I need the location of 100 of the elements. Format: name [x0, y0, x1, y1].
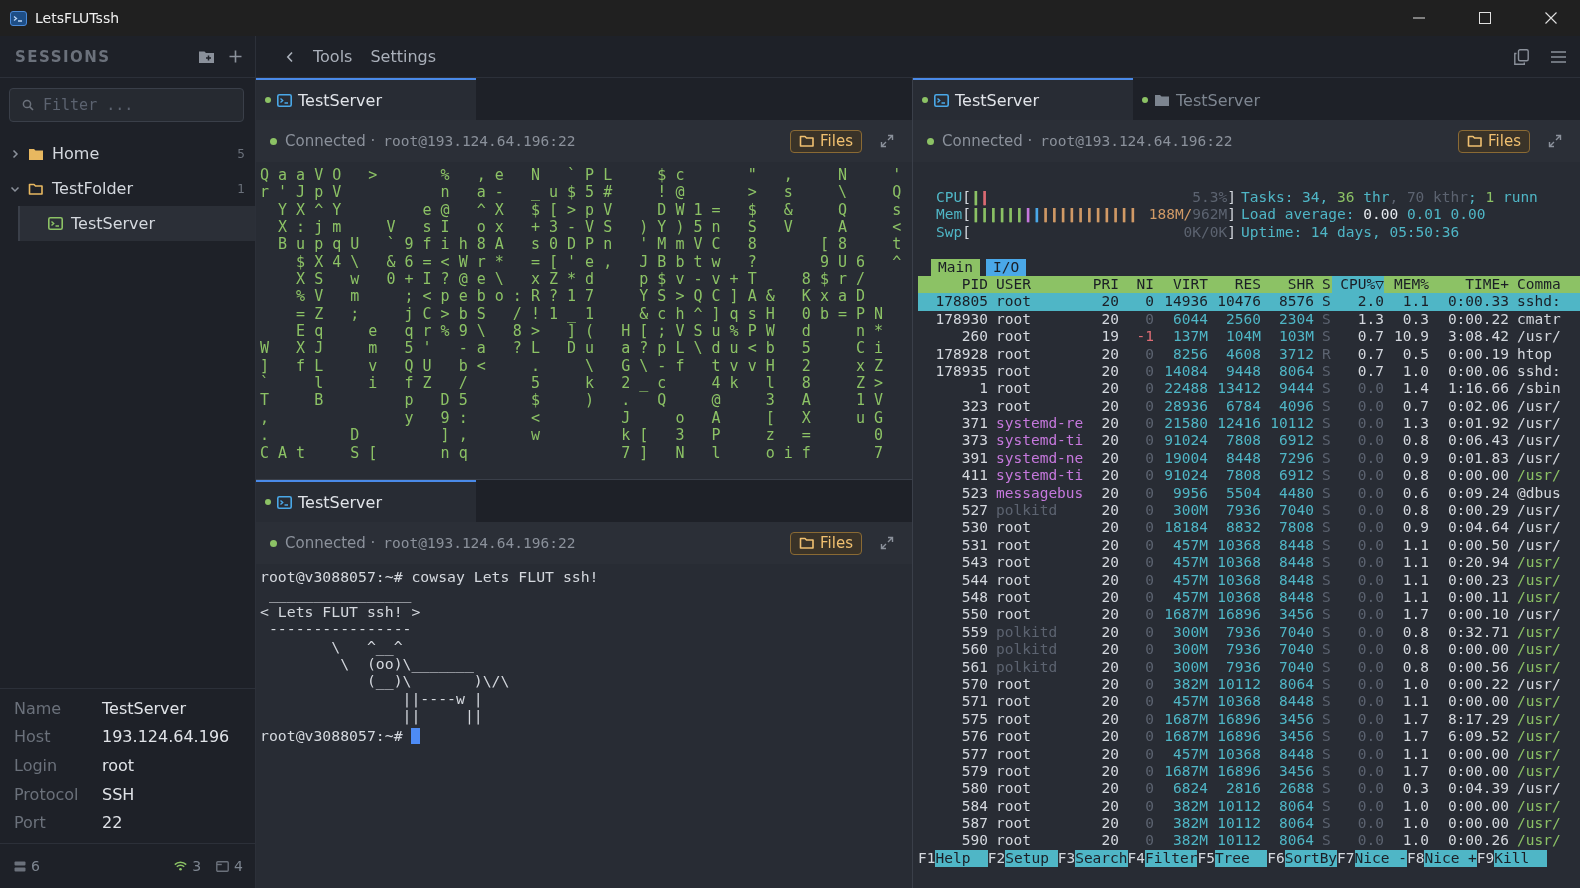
copy-icon[interactable] [1514, 48, 1529, 65]
process-row[interactable]: 560 polkitd 20 0 300M 7936 7040 S 0.0 0.8 0:00.00 /usr/ [918, 641, 1580, 659]
session-label: Home [52, 144, 101, 163]
htop-tab[interactable]: Main [931, 258, 980, 276]
process-row[interactable]: 544 root 20 0 457M 10368 8448 S 0.0 1.1 0:00.23 /usr/ [918, 571, 1580, 589]
session-item[interactable]: TestFolder 1 [0, 171, 255, 206]
process-row[interactable]: 527 polkitd 20 0 300M 7936 7040 S 0.0 0.8 0:00.29 /usr/ [918, 502, 1580, 520]
process-row[interactable]: 576 root 20 0 1687M 16896 3456 S 0.0 1.7 6:09.52 /usr/ [918, 728, 1580, 746]
tab-label: TestServer [955, 90, 1039, 110]
process-row[interactable]: 577 root 20 0 457M 10368 8448 S 0.0 1.1 0:00.00 /usr/ [918, 745, 1580, 763]
column-header[interactable]: Comma [1509, 275, 1580, 294]
column-header[interactable]: RES [1208, 275, 1261, 294]
process-row[interactable]: 260 root 19 -1 137M 104M 103M S 0.7 10.9 3:08.42 /usr/ [918, 328, 1580, 346]
process-row[interactable]: 587 root 20 0 382M 10112 8064 S 0.0 1.0 0:00.00 /usr/ [918, 815, 1580, 833]
htop-tab[interactable]: I/O [985, 258, 1027, 276]
table-cell-text: 20 [1100, 623, 1119, 642]
process-row[interactable]: 590 root 20 0 382M 10112 8064 S 0.0 1.0 0:00.26 /usr/ [918, 832, 1580, 850]
process-row[interactable]: 391 systemd-ne 20 0 19004 8448 7296 S 0.0 0.9 0:01.83 /usr/ [918, 449, 1580, 468]
table-cell-text: /usr/ [1516, 728, 1562, 746]
process-row[interactable]: 178805 root 20 0 14936 10476 8576 S 2.0 1.1 0:00.33 sshd: [918, 293, 1580, 311]
process-row[interactable]: 548 root 20 0 457M 10368 8448 S 0.0 1.1 0:00.11 /usr/ [918, 589, 1580, 607]
process-row[interactable]: 543 root 20 0 457M 10368 8448 S 0.0 1.1 0:20.94 /usr/ [918, 554, 1580, 572]
expand-icon[interactable] [880, 536, 894, 550]
session-tab[interactable]: TestServer [1133, 78, 1353, 120]
process-row[interactable]: 561 polkitd 20 0 300M 7936 7040 S 0.0 0.8 0:00.56 /usr/ [918, 658, 1580, 676]
table-cell-text: 548 [960, 589, 988, 607]
process-row[interactable]: 575 root 20 0 1687M 16896 3456 S 0.0 1.7 8:17.29 /usr/ [918, 710, 1580, 729]
maximize-icon[interactable] [1479, 12, 1491, 24]
table-cell-text: S [1321, 658, 1332, 676]
column-header[interactable]: S [1314, 275, 1332, 294]
filter-field[interactable]: Filter ... [9, 88, 244, 122]
terminal-screen[interactable]: root@v3088057:~# cowsay Lets FLUT ssh! ________________ < Lets FLUT ssh! > ---------------- \ ^__^ \ (oo)\_______ (__)\ )\/\ ||----w | || || root@v3088057:~# [256, 564, 912, 888]
table-cell-text: 0.7 [1356, 345, 1384, 363]
process-row[interactable]: 323 root 20 0 28936 6784 4096 S 0.0 0.7 0:02.06 /usr/ [918, 397, 1580, 416]
table-cell-text: S [1321, 554, 1332, 572]
expand-icon[interactable] [880, 134, 894, 148]
new-folder-icon[interactable] [198, 49, 215, 64]
process-row[interactable]: 1 root 20 0 22488 13412 9444 S 0.0 1.4 1:16.66 /sbin [918, 380, 1580, 398]
session-item[interactable]: Home 5 [0, 136, 255, 171]
expand-icon[interactable] [1548, 134, 1562, 148]
process-row[interactable]: 373 systemd-ti 20 0 91024 7808 6912 S 0.0 0.8 0:06.43 /usr/ [918, 432, 1580, 450]
menu-icon[interactable] [1551, 50, 1566, 63]
table-cell-text: 10112 [1216, 797, 1261, 816]
column-header[interactable]: CPU%▽ [1332, 275, 1384, 294]
process-row[interactable]: 371 systemd-re 20 0 21580 12416 10112 S 0.0 1.3 0:01.92 /usr/ [918, 415, 1580, 433]
table-cell-text: 8448 [1278, 536, 1314, 555]
function-key-label[interactable]: Filter [1145, 849, 1198, 868]
files-button[interactable]: Files [1458, 129, 1530, 153]
close-icon[interactable] [1545, 12, 1557, 24]
chevron-icon[interactable] [10, 148, 20, 159]
process-row[interactable]: 550 root 20 0 1687M 16896 3456 S 0.0 1.7 0:00.10 /usr/ [918, 606, 1580, 624]
process-row[interactable]: 559 polkitd 20 0 300M 7936 7040 S 0.0 0.8 0:32.71 /usr/ [918, 623, 1580, 642]
process-row[interactable]: 580 root 20 0 6824 2816 2688 S 0.0 0.3 0:04.39 /usr/ [918, 780, 1580, 798]
files-button[interactable]: Files [790, 129, 862, 153]
files-button[interactable]: Files [790, 531, 862, 555]
plus-icon[interactable] [229, 50, 242, 63]
process-row[interactable]: 411 systemd-ti 20 0 91024 7808 6912 S 0.0 0.8 0:00.00 /usr/ [918, 467, 1580, 485]
back-icon[interactable] [286, 50, 294, 63]
function-key-label[interactable]: SortBy [1284, 849, 1338, 868]
process-row[interactable]: 178935 root 20 0 14084 9448 8064 S 0.7 1.0 0:00.06 sshd: [918, 362, 1580, 381]
terminal-screen[interactable] [256, 162, 912, 479]
toolbar-tab[interactable]: Settings [365, 47, 442, 66]
function-key-label[interactable]: Nice + [1424, 849, 1477, 868]
toolbar-tab[interactable]: Tools [308, 47, 358, 66]
session-tab[interactable]: TestServer [256, 480, 476, 522]
process-row[interactable]: 579 root 20 0 1687M 16896 3456 S 0.0 1.7 0:00.00 /usr/ [918, 762, 1580, 781]
table-cell-text: S [1321, 415, 1332, 433]
process-row[interactable]: 178930 root 20 0 6044 2560 2304 S 1.3 0.3 0:00.22 cmatr [918, 310, 1580, 329]
column-header[interactable]: NI [1119, 275, 1154, 294]
session-item[interactable]: TestServer [18, 206, 255, 241]
column-header[interactable]: MEM% [1384, 275, 1429, 294]
function-key-label[interactable]: Setup [1005, 849, 1058, 868]
table-cell-text: messagebus [995, 484, 1085, 503]
column-header[interactable]: VIRT [1154, 275, 1208, 294]
column-header[interactable]: SHR [1261, 275, 1314, 294]
process-row[interactable]: 531 root 20 0 457M 10368 8448 S 0.0 1.1 0:00.50 /usr/ [918, 536, 1580, 555]
table-cell-text: S [1321, 832, 1332, 850]
terminal-screen[interactable] [913, 162, 1580, 888]
function-key-label[interactable]: Nice - [1354, 849, 1407, 868]
process-row[interactable]: 523 messagebus 20 0 9956 5504 4480 S 0.0 0.6 0:09.24 @dbus [918, 484, 1580, 503]
process-row[interactable]: 584 root 20 0 382M 10112 8064 S 0.0 1.0 0:00.00 /usr/ [918, 797, 1580, 816]
column-header[interactable]: USER [988, 275, 1086, 294]
function-key-label[interactable]: Tree [1214, 849, 1268, 868]
table-cell-text: 91024 [1163, 432, 1208, 450]
process-row[interactable]: 571 root 20 0 457M 10368 8448 S 0.0 1.1 0:00.00 /usr/ [918, 693, 1580, 711]
table-cell-text: 0 [1144, 606, 1154, 624]
session-tab[interactable]: TestServer [256, 78, 476, 120]
column-header[interactable]: TIME+ [1429, 275, 1509, 294]
session-tab[interactable]: TestServer [913, 78, 1133, 120]
column-header[interactable]: PRI [1086, 275, 1119, 294]
table-cell-text: 3:08.42 [1446, 328, 1509, 346]
process-row[interactable]: 178928 root 20 0 8256 4608 3712 R 0.7 0.5 0:00.19 htop [918, 345, 1580, 363]
session-label: TestFolder [52, 179, 134, 198]
function-key-label[interactable]: Search [1075, 849, 1128, 868]
column-header[interactable]: PID [918, 275, 988, 294]
table-cell-text: 3456 [1278, 762, 1314, 781]
function-key-label[interactable]: Help [935, 849, 988, 868]
process-row[interactable]: 530 root 20 0 18184 8832 7808 S 0.0 0.9 0:04.64 /usr/ [918, 519, 1580, 537]
process-row[interactable]: 570 root 20 0 382M 10112 8064 S 0.0 1.0 0:00.22 /usr/ [918, 675, 1580, 694]
function-key-label[interactable]: Kill [1494, 849, 1547, 868]
